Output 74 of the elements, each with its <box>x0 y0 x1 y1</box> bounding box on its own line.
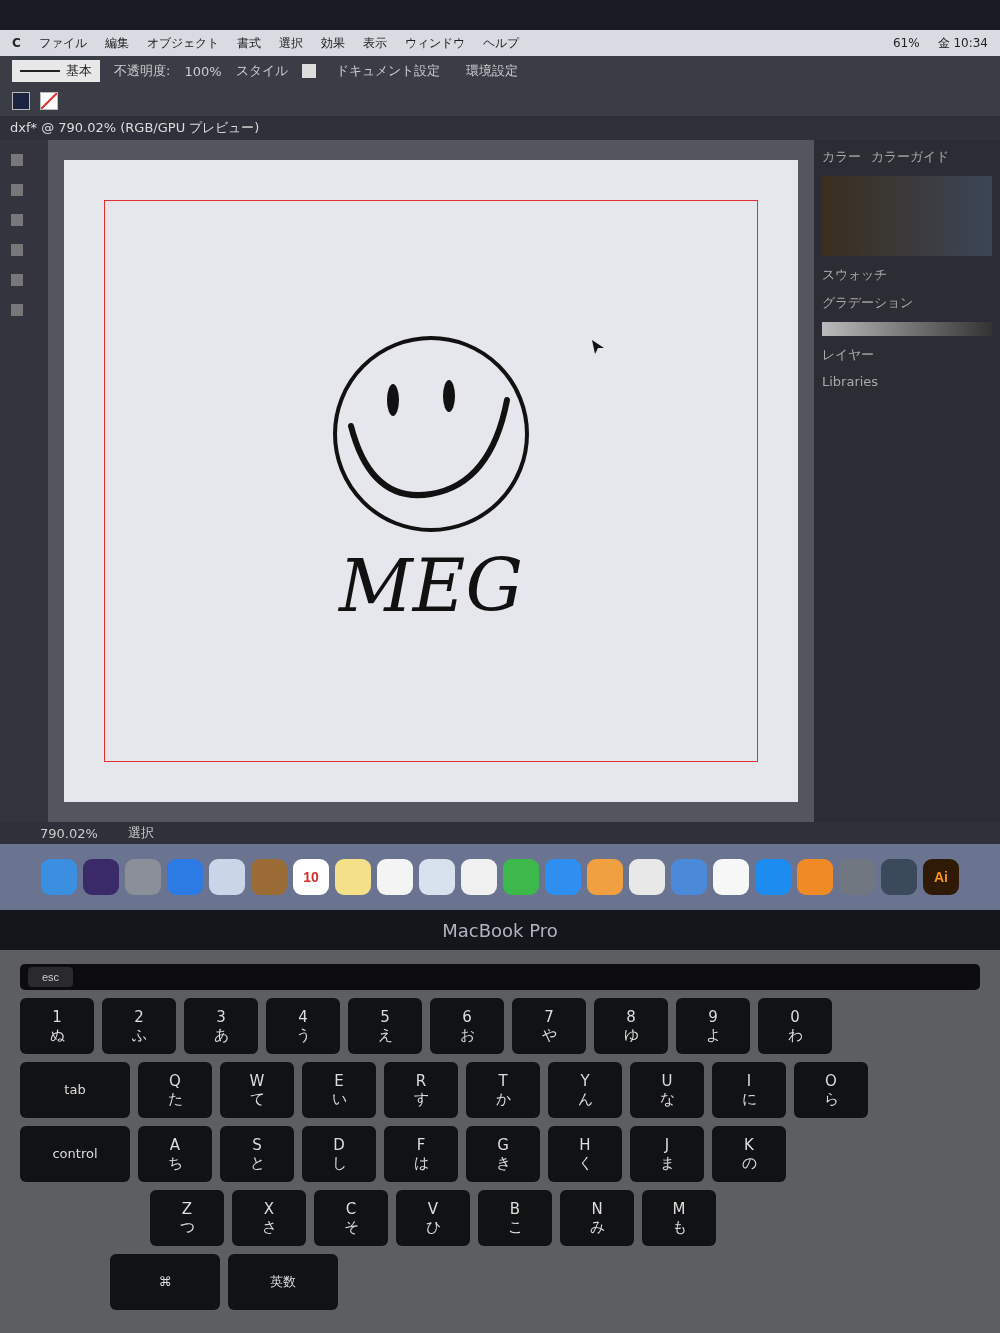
menu-item[interactable]: 書式 <box>236 34 261 52</box>
keyboard-key[interactable]: R す <box>384 1062 458 1118</box>
lettering-artwork: MEG <box>339 544 523 628</box>
keyboard-key[interactable]: Y ん <box>548 1062 622 1118</box>
fill-swatch[interactable] <box>12 92 30 110</box>
keyboard-key[interactable]: H く <box>548 1126 622 1182</box>
keyboard-key[interactable]: D し <box>302 1126 376 1182</box>
ai-app-icon[interactable]: Ai <box>923 859 959 895</box>
keyboard-key[interactable]: 8 ゆ <box>594 998 668 1054</box>
keyboard-key[interactable]: U な <box>630 1062 704 1118</box>
keyboard-key[interactable]: O ら <box>794 1062 868 1118</box>
keyboard-key[interactable]: Z つ <box>150 1190 224 1246</box>
calendar-icon[interactable]: 10 <box>293 859 329 895</box>
menu-item[interactable]: 編集 <box>104 34 129 52</box>
stroke-preset-dropdown[interactable]: 基本 <box>12 60 100 82</box>
keyboard-key[interactable]: K の <box>712 1126 786 1182</box>
zoom-level[interactable]: 790.02% <box>40 825 98 841</box>
menu-item[interactable]: ウィンドウ <box>404 34 465 52</box>
style-label: スタイル <box>235 62 288 80</box>
menu-item[interactable]: 選択 <box>278 34 303 52</box>
keyboard-key[interactable]: 5 え <box>348 998 422 1054</box>
keyboard-key[interactable]: 7 や <box>512 998 586 1054</box>
keyboard-key[interactable]: 英数 <box>228 1254 338 1310</box>
keyboard-key[interactable]: W て <box>220 1062 294 1118</box>
keyboard-key[interactable]: E い <box>302 1062 376 1118</box>
panel-label[interactable]: レイヤー <box>822 346 992 364</box>
panel-label[interactable]: Libraries <box>822 374 992 389</box>
menu-clock[interactable]: 金 10:34 <box>937 34 988 52</box>
keyboard-key[interactable]: S と <box>220 1126 294 1182</box>
panel-label[interactable]: スウォッチ <box>822 266 992 284</box>
keyboard-key[interactable]: ⌘ <box>110 1254 220 1310</box>
keyboard-key[interactable]: 2 ふ <box>102 998 176 1054</box>
keyboard-key[interactable]: X さ <box>232 1190 306 1246</box>
keyboard-key[interactable]: 4 う <box>266 998 340 1054</box>
panel-tab[interactable]: カラー <box>822 148 861 166</box>
esc-key[interactable]: esc <box>28 967 74 987</box>
keyboard-key[interactable]: C そ <box>314 1190 388 1246</box>
model-label: MacBook Pro <box>442 919 558 941</box>
keyboard-key[interactable]: F は <box>384 1126 458 1182</box>
keyboard-key[interactable]: B こ <box>478 1190 552 1246</box>
keyboard-key[interactable]: V ひ <box>396 1190 470 1246</box>
menu-item[interactable]: ヘルプ <box>482 34 519 52</box>
pointer-cursor-icon <box>592 339 605 354</box>
menu-item[interactable]: オブジェクト <box>146 34 219 52</box>
document-tab[interactable]: dxf* @ 790.02% (RGB/GPU プレビュー) <box>0 116 1000 140</box>
keyboard-key[interactable]: 3 あ <box>184 998 258 1054</box>
keyboard-key[interactable]: 9 よ <box>676 998 750 1054</box>
toolbar-button[interactable]: ドキュメント設定 <box>329 61 446 81</box>
keyboard-key[interactable]: M も <box>642 1190 716 1246</box>
keyboard-key[interactable]: 0 わ <box>758 998 832 1054</box>
keyboard-key[interactable]: Q た <box>138 1062 212 1118</box>
style-swatch[interactable] <box>301 64 316 78</box>
panel-tab[interactable]: カラーガイド <box>871 148 949 166</box>
panel-label[interactable]: グラデーション <box>822 294 992 312</box>
opacity-label: 不透明度: <box>114 62 171 80</box>
no-stroke-swatch[interactable] <box>40 92 58 110</box>
battery-percent: 61% <box>892 36 920 50</box>
opacity-value[interactable]: 100% <box>184 63 222 79</box>
keyboard-key[interactable]: J ま <box>630 1126 704 1182</box>
keyboard-key[interactable]: N み <box>560 1190 634 1246</box>
menu-item[interactable]: ファイル <box>38 34 87 52</box>
keyboard-key[interactable]: 1 ぬ <box>20 998 94 1054</box>
keyboard-key[interactable]: tab <box>20 1062 130 1118</box>
toolbar-button[interactable]: 環境設定 <box>459 61 524 81</box>
keyboard-key[interactable]: 6 お <box>430 998 504 1054</box>
keyboard-key[interactable]: T か <box>466 1062 540 1118</box>
keyboard-key[interactable]: control <box>20 1126 130 1182</box>
menu-item[interactable]: 表示 <box>362 34 387 52</box>
keyboard-key[interactable]: A ち <box>138 1126 212 1182</box>
menu-item[interactable]: C <box>12 36 21 50</box>
keyboard-key[interactable]: I に <box>712 1062 786 1118</box>
current-tool-label: 選択 <box>127 824 154 842</box>
menu-item[interactable]: 効果 <box>320 34 345 52</box>
keyboard-key[interactable]: G き <box>466 1126 540 1182</box>
